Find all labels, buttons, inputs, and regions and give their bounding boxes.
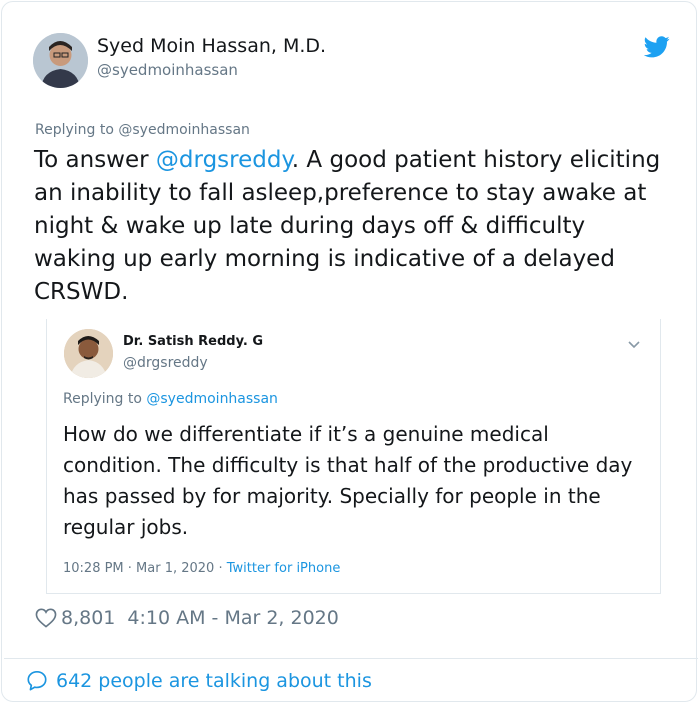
quoted-replying-prefix: Replying to xyxy=(63,391,147,407)
quoted-tweet-text: How do we differentiate if it’s a genuin… xyxy=(63,422,633,539)
quoted-replying-handle[interactable]: @syedmoinhassan xyxy=(146,391,278,407)
author-avatar[interactable] xyxy=(33,33,88,88)
speech-bubble-icon xyxy=(26,670,48,692)
twitter-bird-icon[interactable] xyxy=(643,36,670,58)
quoted-tweet-meta: 10:28 PM · Mar 1, 2020 · Twitter for iPh… xyxy=(63,561,340,576)
quoted-tweet[interactable]: Dr. Satish Reddy. G @drgsreddy Replying … xyxy=(46,319,661,594)
divider xyxy=(4,658,698,659)
quoted-replying-to: Replying to @syedmoinhassan xyxy=(63,391,278,407)
tweet-stats: 8,801 4:10 AM - Mar 2, 2020 xyxy=(35,607,339,629)
author-name[interactable]: Syed Moin Hassan, M.D. xyxy=(97,35,326,57)
quoted-time[interactable]: 10:28 PM · Mar 1, 2020 · xyxy=(63,561,227,576)
tweet-card: Syed Moin Hassan, M.D. @syedmoinhassan R… xyxy=(1,1,698,702)
replying-to-label: Replying to @syedmoinhassan xyxy=(35,122,250,138)
quoted-author-handle[interactable]: @drgsreddy xyxy=(123,355,208,371)
quoted-source-link[interactable]: Twitter for iPhone xyxy=(227,561,341,576)
mention-link[interactable]: @drgsreddy xyxy=(156,147,292,173)
chevron-down-icon[interactable] xyxy=(627,335,641,349)
like-count[interactable]: 8,801 xyxy=(61,607,115,629)
tweet-timestamp[interactable]: 4:10 AM - Mar 2, 2020 xyxy=(127,607,338,629)
tweet-text-prefix: To answer xyxy=(34,147,156,173)
quoted-author-avatar[interactable] xyxy=(64,329,113,378)
talking-text[interactable]: 642 people are talking about this xyxy=(56,670,372,692)
heart-icon[interactable] xyxy=(35,608,57,628)
quoted-author-name[interactable]: Dr. Satish Reddy. G xyxy=(123,334,263,349)
conversation-link[interactable]: 642 people are talking about this xyxy=(26,670,372,692)
author-handle[interactable]: @syedmoinhassan xyxy=(97,61,238,79)
tweet-text: To answer @drgsreddy. A good patient his… xyxy=(34,144,674,309)
